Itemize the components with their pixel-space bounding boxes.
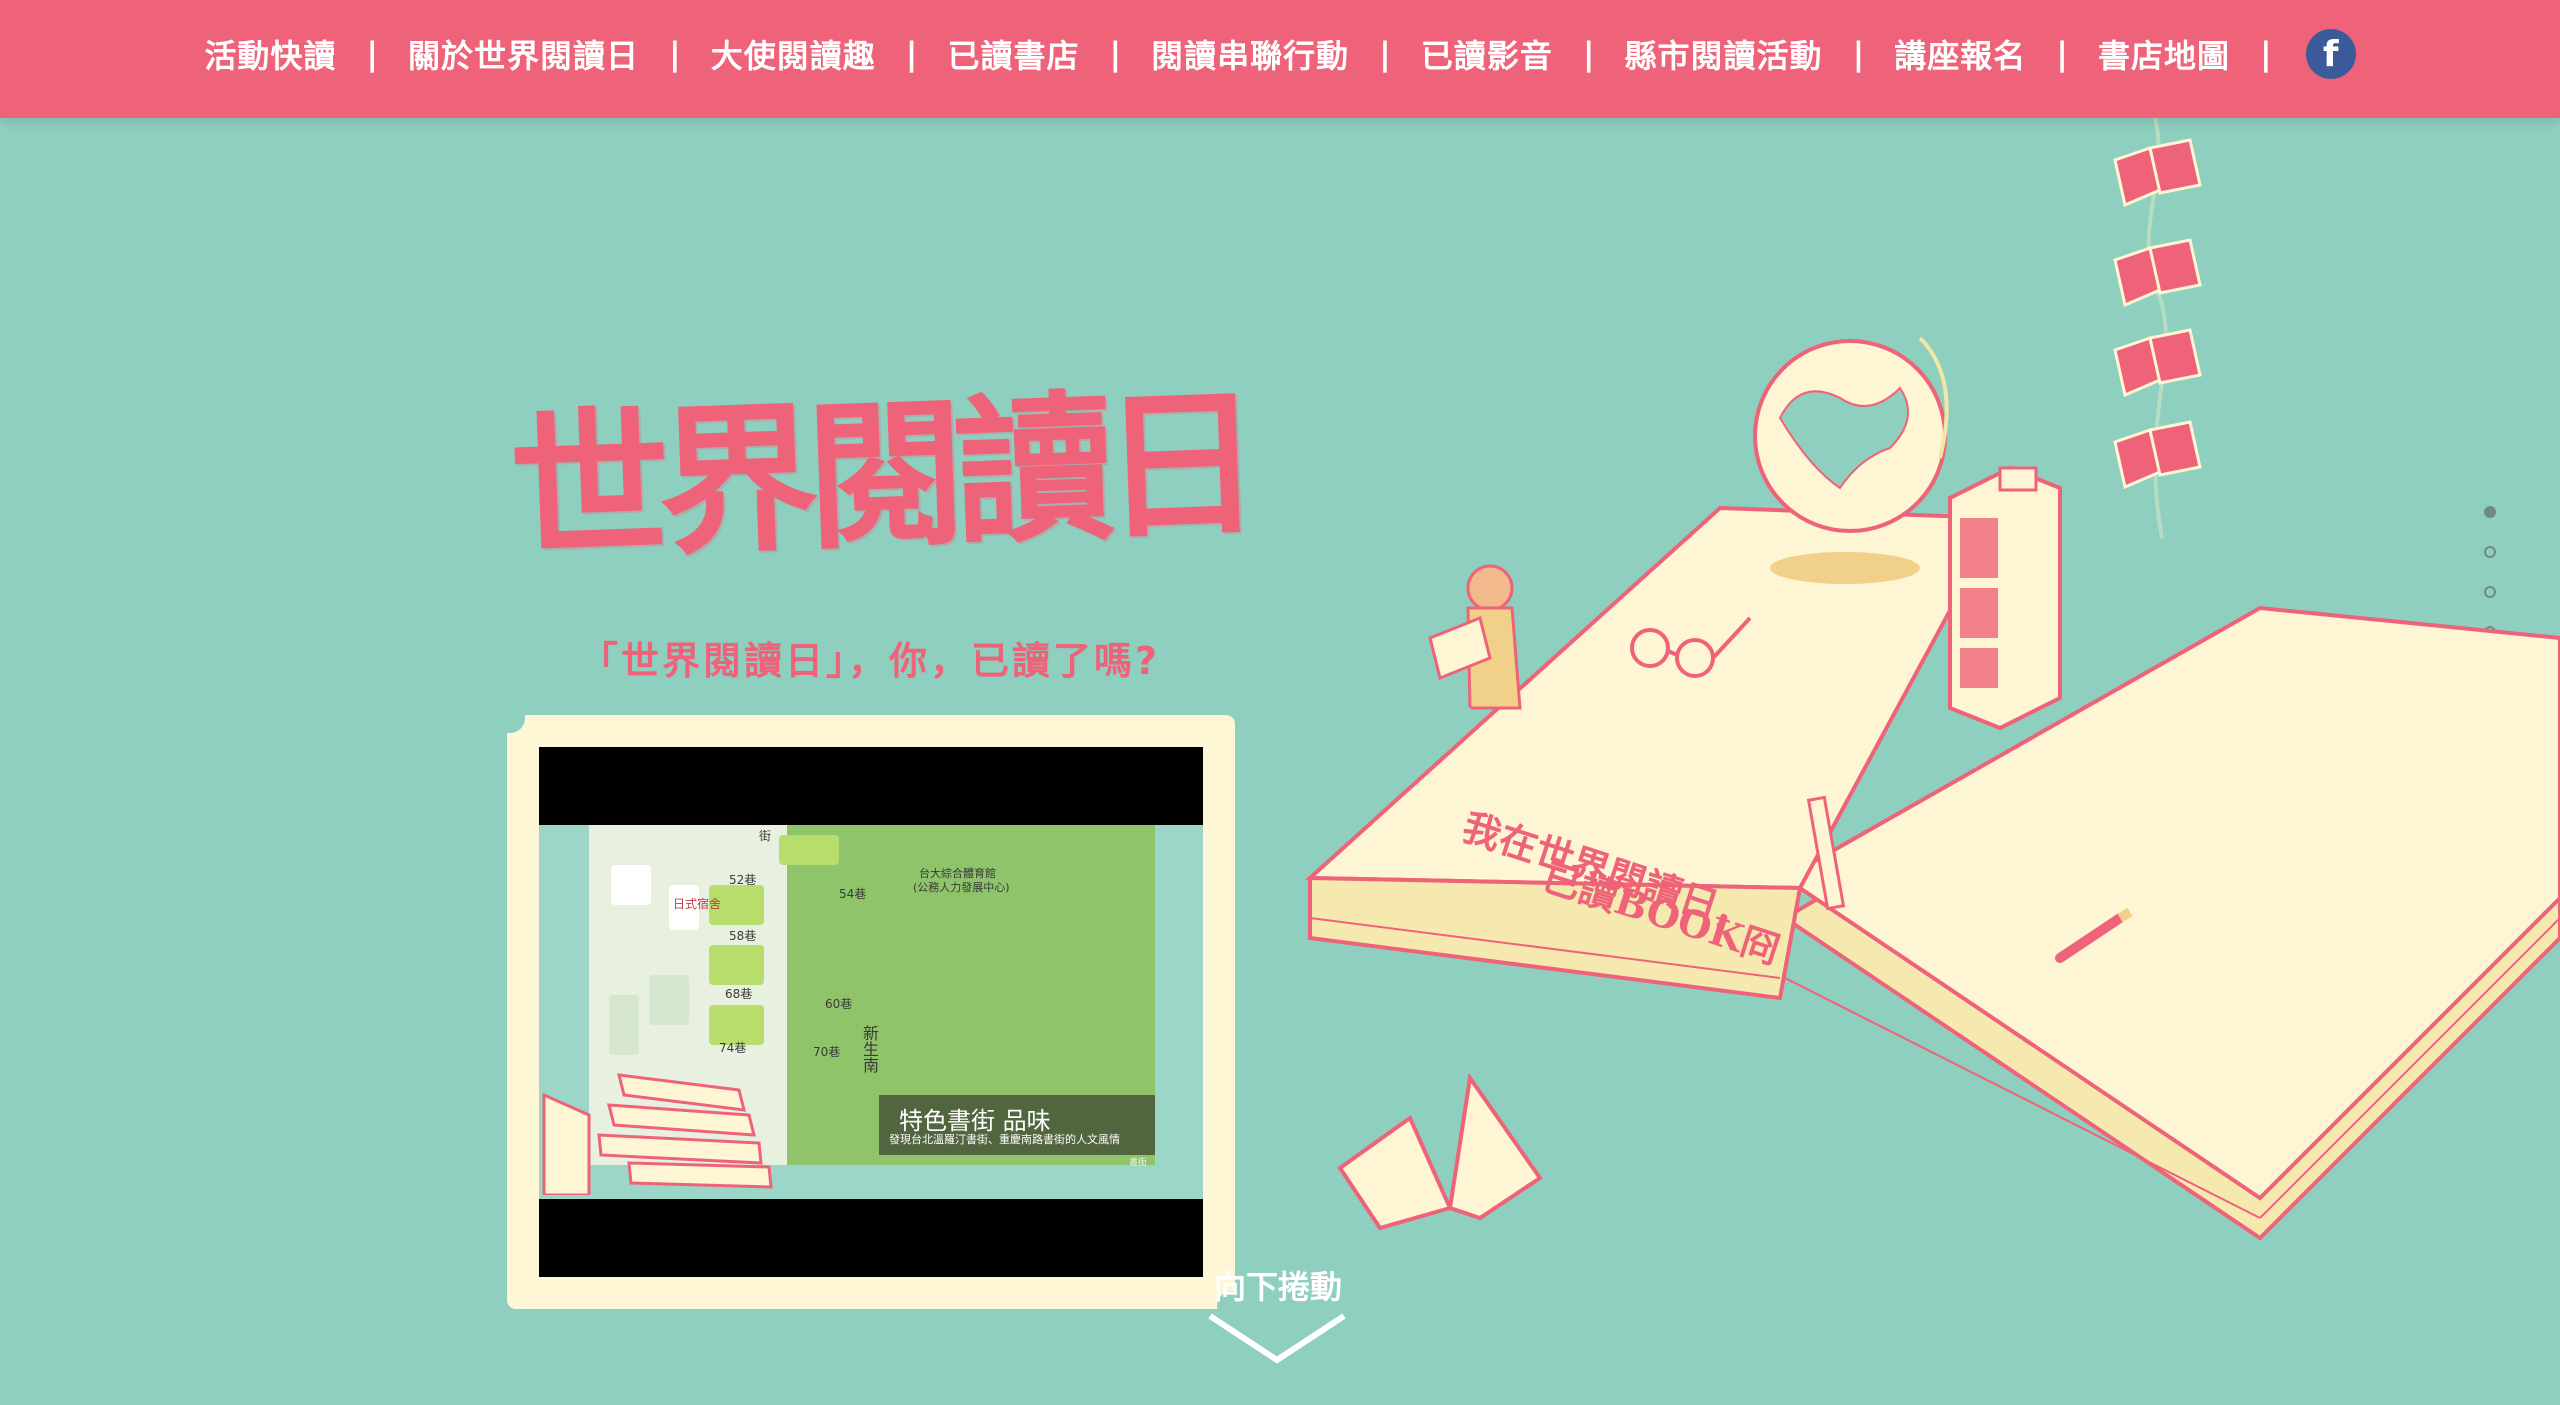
- bookshelf-icon: [1948, 465, 2062, 731]
- book-stack-icon: [542, 1073, 773, 1195]
- nav-item-2[interactable]: 大使閱讀趣: [711, 31, 876, 77]
- nav-item-5[interactable]: 已讀影音: [1421, 31, 1553, 77]
- main-nav: 活動快讀 | 關於世界閱讀日 | 大使閱讀趣 | 已讀書店 | 閱讀串聯行動 | 已讀影音 | 縣市閱讀…: [0, 0, 2560, 108]
- facebook-icon[interactable]: f: [2305, 29, 2356, 79]
- video-caption-sub: 發現台北溫羅汀書街、重慶南路書街的人文風情: [889, 1133, 1120, 1146]
- nav-separator: |: [366, 35, 379, 73]
- hanging-books-icon: [2113, 138, 2202, 490]
- nav-item-8[interactable]: 書店地圖: [2098, 31, 2230, 77]
- video-caption: 特色書街 品味 發現台北溫羅汀書街、重慶南路書街的人文風情: [879, 1095, 1155, 1155]
- nav-separator: |: [669, 35, 681, 73]
- nav-item-3[interactable]: 已讀書店: [947, 31, 1079, 77]
- map-label-xinsheng: 新生南: [860, 1025, 879, 1073]
- map-label-gym-sub: (公務人力發展中心): [913, 881, 1010, 894]
- nav-item-7[interactable]: 講座報名: [1894, 31, 2026, 77]
- map-label-68: 68巷: [725, 987, 753, 1001]
- nav-item-1[interactable]: 關於世界閱讀日: [408, 31, 639, 77]
- page-subtitle: 「世界閱讀日」，你，已讀了嗎?: [580, 639, 1161, 683]
- map-label-dorm: 日式宿舍: [673, 897, 722, 911]
- map-label-52: 52巷: [729, 873, 757, 887]
- nav-separator: |: [2259, 35, 2272, 73]
- map-label-60: 60巷: [825, 997, 853, 1011]
- map-label-58: 58巷: [729, 929, 757, 943]
- video-player[interactable]: 街 日式宿舍 52巷 54巷 58巷 60巷 68巷 70巷 74巷 新生南 台…: [539, 747, 1203, 1277]
- map-label-street: 街: [759, 829, 772, 843]
- nav-separator: |: [1852, 35, 1865, 73]
- nav-separator: |: [2056, 35, 2068, 73]
- nav-separator: |: [905, 35, 918, 73]
- nav-item-0[interactable]: 活動快讀: [204, 31, 336, 77]
- map-label-70: 70巷: [813, 1045, 841, 1059]
- nav-separator: |: [1379, 35, 1391, 73]
- nav-item-6[interactable]: 縣市閱讀活動: [1625, 31, 1823, 77]
- nav-item-4[interactable]: 閱讀串聯行動: [1151, 31, 1349, 77]
- page-title: 世界閱讀日: [506, 368, 1254, 583]
- video-frame: 街 日式宿舍 52巷 54巷 58巷 60巷 68巷 70巷 74巷 新生南 台…: [495, 703, 1247, 1321]
- map-label-74: 74巷: [719, 1041, 747, 1055]
- open-book-illustration: 我在世界閱讀日， 已讀BOOK冏: [1304, 118, 2560, 1241]
- nav-separator: |: [1109, 35, 1122, 73]
- video-thumbnail[interactable]: 街 日式宿舍 52巷 54巷 58巷 60巷 68巷 70巷 74巷 新生南 台…: [539, 825, 1203, 1199]
- top-nav-bar: 活動快讀 | 關於世界閱讀日 | 大使閱讀趣 | 已讀書店 | 閱讀串聯行動 | 已讀影音 | 縣市閱讀…: [0, 0, 2560, 118]
- map-label-corner: 書街: [1129, 1158, 1148, 1168]
- nav-separator: |: [1582, 35, 1595, 73]
- map-label-54: 54巷: [839, 887, 867, 901]
- small-open-book-icon: [1337, 1072, 1543, 1231]
